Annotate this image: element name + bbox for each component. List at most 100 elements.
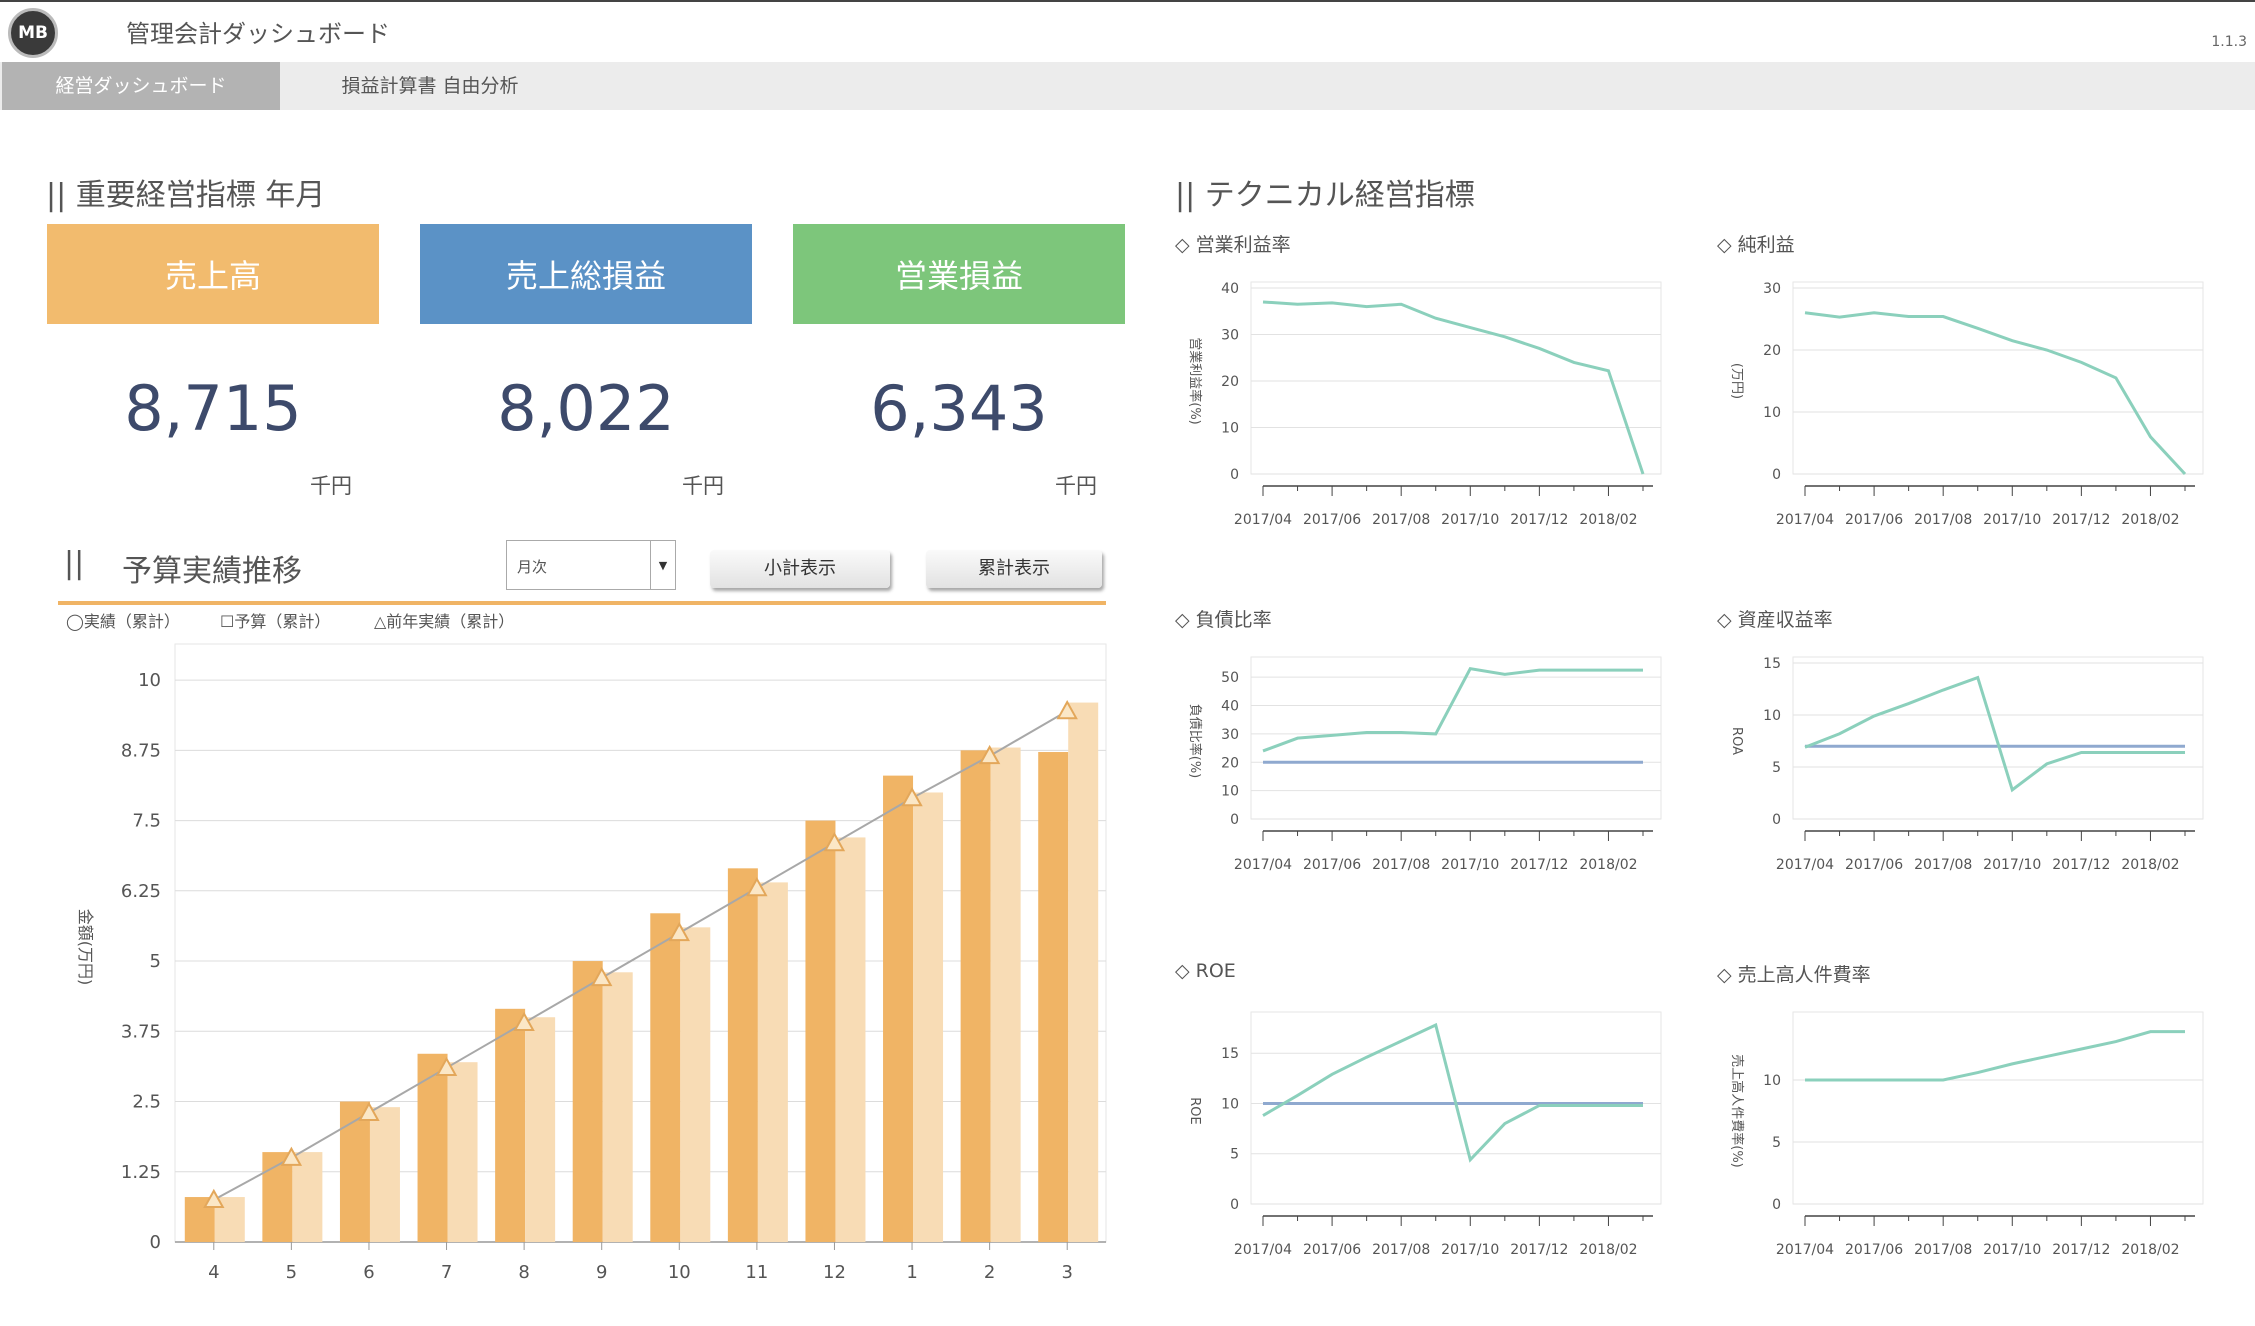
actual-bar — [339, 1101, 370, 1242]
y-axis-label: (万円) — [1729, 363, 1744, 399]
y-tick-label: 20 — [1221, 374, 1239, 390]
y-tick-label: 7.5 — [132, 811, 161, 832]
budget-bar — [913, 792, 944, 1242]
y-tick-label: 15 — [1763, 656, 1781, 672]
y-tick-label: 10 — [1221, 421, 1239, 437]
x-tick-label: 2017/04 — [1234, 1242, 1292, 1258]
y-tick-label: 5 — [1230, 1147, 1239, 1163]
metric-title-roa: ◇ 資産収益率 — [1717, 609, 1833, 631]
kpi-unit-operating-profit: 千円 — [1055, 474, 1097, 498]
kpi-value-gross-profit: 8,022 — [497, 372, 675, 445]
x-tick-label: 2017/04 — [1776, 857, 1834, 873]
y-tick-label: 40 — [1221, 699, 1239, 715]
kpi-value-operating-profit: 6,343 — [870, 372, 1048, 445]
tab-management-dashboard[interactable]: 経営ダッシュボード — [2, 62, 280, 110]
x-tick-label: 5 — [286, 1262, 297, 1283]
actual-bar — [572, 961, 603, 1242]
x-tick-label: 2017/08 — [1914, 857, 1972, 873]
x-tick-label: 2017/10 — [1441, 1242, 1499, 1258]
y-tick-label: 5 — [150, 951, 161, 972]
x-tick-label: 2017/04 — [1234, 512, 1292, 528]
x-tick-label: 12 — [823, 1262, 846, 1283]
x-tick-label: 2018/02 — [2121, 857, 2179, 873]
x-tick-label: 2017/06 — [1303, 512, 1361, 528]
x-tick-label: 2018/02 — [2121, 1242, 2179, 1258]
kpi-unit-sales: 千円 — [310, 474, 352, 498]
x-tick-label: 2017/10 — [1441, 512, 1499, 528]
x-tick-label: 2017/08 — [1914, 512, 1972, 528]
plot-area — [1792, 281, 2204, 475]
debt-ratio-chart: 0 10 20 30 40 50 負債比率(%) 2017/04 2017/06 2017/08 2… — [1187, 656, 1662, 873]
kpi-card-gross-profit[interactable]: 売上総損益 — [420, 224, 752, 324]
x-tick-label: 2017/10 — [1983, 512, 2041, 528]
version-label: 1.1.3 — [2211, 34, 2247, 50]
budget-bar — [602, 972, 633, 1242]
net-profit-chart: 0 10 20 30 (万円) 2017/04 2017/06 2017/08 2017/10 2… — [1729, 281, 2204, 528]
actual-bar — [883, 775, 914, 1242]
x-tick-label: 7 — [441, 1262, 452, 1283]
y-tick-label: 10 — [138, 670, 161, 691]
period-select-value: 月次 — [517, 558, 548, 576]
y-tick-label: 2.5 — [132, 1092, 161, 1113]
y-tick-label: 0 — [1772, 1197, 1781, 1213]
y-tick-label: 10 — [1763, 405, 1781, 421]
y-tick-label: 30 — [1763, 281, 1781, 297]
y-tick-label: 0 — [1230, 812, 1239, 828]
y-tick-label: 50 — [1221, 670, 1239, 686]
x-tick-label: 2017/08 — [1372, 857, 1430, 873]
x-tick-label: 2017/04 — [1776, 512, 1834, 528]
y-tick-label: 40 — [1221, 281, 1239, 297]
budget-bar — [1068, 702, 1099, 1242]
y-tick-label: 0 — [1772, 467, 1781, 483]
operating-margin-chart: 0 10 20 30 40 営業利益率(%) 2017/04 2017/06 2017/08 20… — [1187, 281, 1662, 528]
y-tick-label: 1.25 — [121, 1162, 161, 1183]
x-tick-label: 9 — [596, 1262, 607, 1283]
kpi-value-sales: 8,715 — [124, 372, 302, 445]
subtotal-button[interactable]: 小計表示 — [710, 550, 890, 588]
x-tick-label: 2017/12 — [2052, 512, 2110, 528]
x-tick-label: 2017/10 — [1983, 1242, 2041, 1258]
x-tick-label: 2017/06 — [1303, 857, 1361, 873]
x-tick-label: 10 — [668, 1262, 691, 1283]
y-tick-label: 0 — [1772, 812, 1781, 828]
personnel-ratio-chart: 0 5 10 売上高人件費率(%) 2017/04 2017/06 2017/08 2017/… — [1729, 1011, 2204, 1258]
y-tick-label: 20 — [1221, 755, 1239, 771]
metric-title-operating-margin: ◇ 営業利益率 — [1175, 234, 1291, 256]
metric-title-net-profit: ◇ 純利益 — [1717, 234, 1795, 256]
kpi-card-sales[interactable]: 売上高 — [47, 224, 379, 324]
kpi-card-operating-profit[interactable]: 営業損益 — [793, 224, 1125, 324]
x-tick-label: 3 — [1061, 1262, 1072, 1283]
roe-chart: 0 5 10 15 ROE 2017/04 2017/06 2017/08 2017/10 201… — [1187, 1011, 1662, 1258]
x-tick-label: 2018/02 — [1579, 512, 1637, 528]
y-tick-label: 0 — [1230, 467, 1239, 483]
legend-prev-year: △前年実績（累計） — [374, 612, 515, 631]
caret-down-icon[interactable]: ▼ — [650, 541, 675, 589]
y-tick-label: 15 — [1221, 1046, 1239, 1062]
x-tick-label: 1 — [906, 1262, 917, 1283]
cumulative-button[interactable]: 累計表示 — [926, 550, 1102, 588]
budget-bar — [369, 1107, 400, 1242]
y-axis-label: ROA — [1729, 727, 1744, 755]
budget-bar — [757, 882, 788, 1242]
x-tick-label: 6 — [363, 1262, 374, 1283]
actual-bar — [1038, 752, 1069, 1242]
y-axis-label: 売上高人件費率(%) — [1729, 1054, 1745, 1168]
x-tick-label: 2017/08 — [1372, 1242, 1430, 1258]
y-tick-label: 6.25 — [121, 881, 161, 902]
budget-title-bar: || — [64, 546, 85, 581]
actual-bar — [495, 1008, 526, 1242]
x-tick-label: 2017/06 — [1845, 512, 1903, 528]
period-select[interactable]: 月次 ▼ — [506, 540, 676, 590]
tab-pl-free-analysis[interactable]: 損益計算書 自由分析 — [300, 62, 560, 110]
y-tick-label: 8.75 — [121, 740, 161, 761]
actual-bar — [805, 820, 836, 1242]
kpi-section-title: || 重要経営指標 年月 — [46, 178, 326, 213]
actual-bar — [960, 750, 991, 1242]
y-axis-label: 負債比率(%) — [1187, 704, 1203, 779]
legend-budget: ☐予算（累計） — [220, 612, 331, 631]
x-tick-label: 2018/02 — [1579, 857, 1637, 873]
y-tick-label: 5 — [1772, 760, 1781, 776]
x-tick-label: 2017/06 — [1303, 1242, 1361, 1258]
y-tick-label: 30 — [1221, 727, 1239, 743]
x-tick-label: 2017/12 — [1510, 512, 1568, 528]
